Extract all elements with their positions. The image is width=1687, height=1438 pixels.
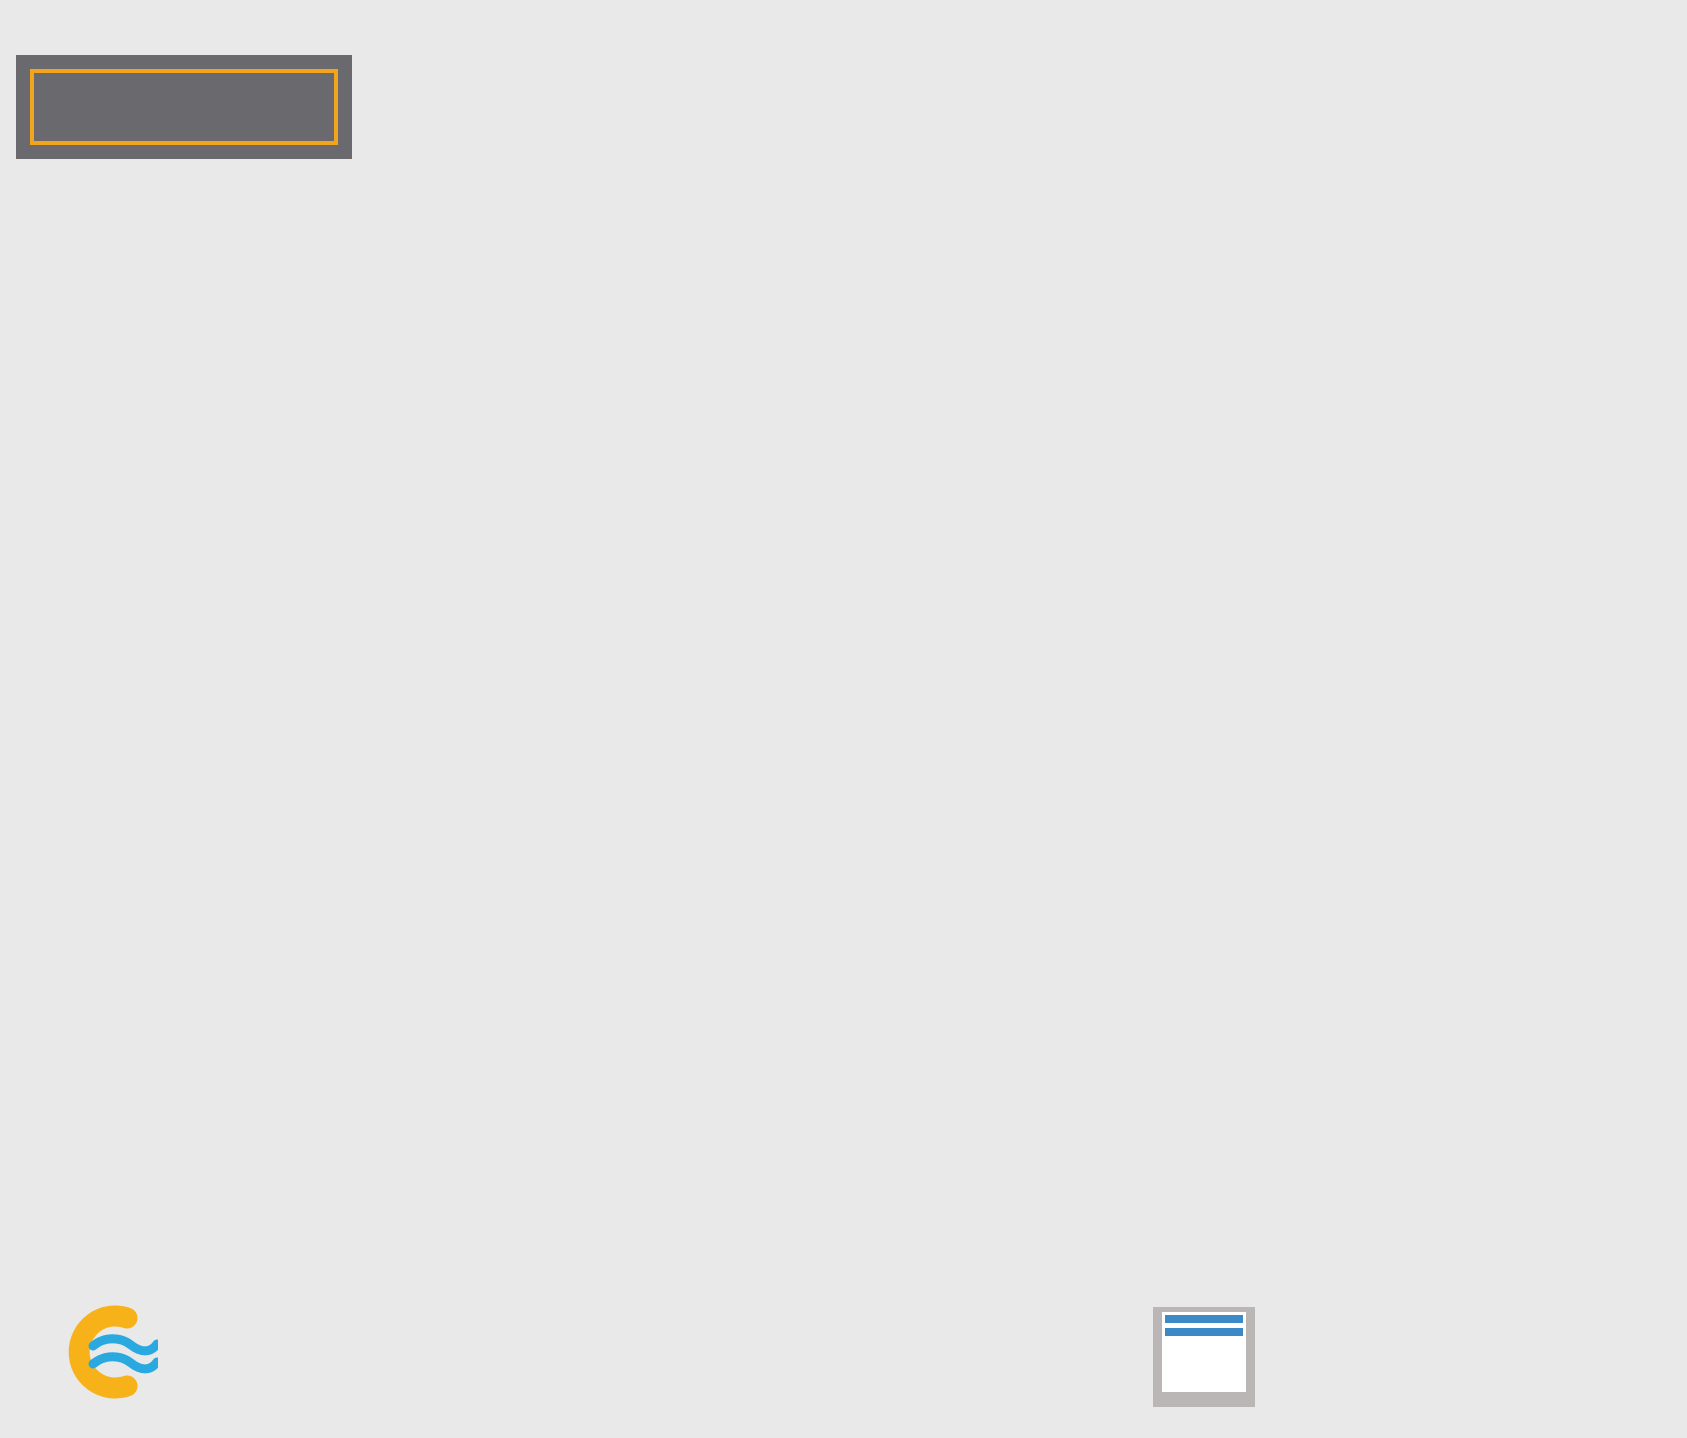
inta-logo-inner (1162, 1312, 1246, 1392)
smn-logo-icon (68, 1305, 158, 1399)
inta-logo (1153, 1307, 1255, 1407)
defensa-coat-of-arms-icon (423, 1290, 487, 1412)
economia-coat-of-arms-icon (793, 1290, 857, 1412)
footer (0, 1278, 1687, 1438)
warning-legend-box (16, 55, 352, 159)
inta-stripe-2 (1165, 1328, 1243, 1336)
warning-legend-border (30, 69, 338, 145)
inta-stripe-1 (1165, 1315, 1243, 1323)
radar-map (13, 40, 1560, 1278)
colorbar (1550, 40, 1687, 1278)
map-overlay-layer (13, 40, 1560, 1278)
